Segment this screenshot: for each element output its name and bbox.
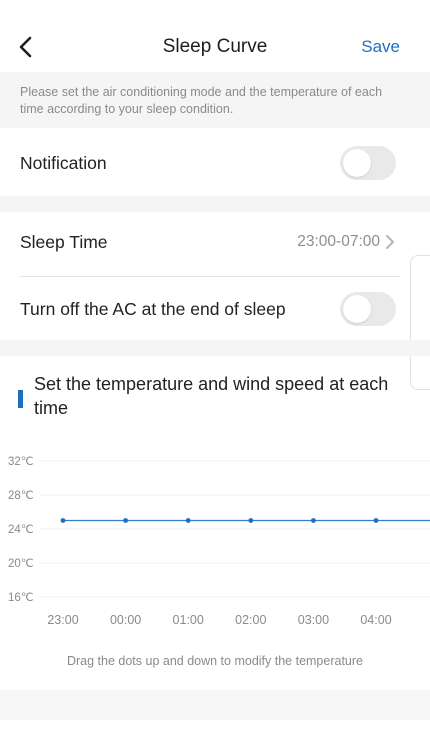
- x-tick-label: 01:00: [173, 613, 204, 627]
- y-tick-label: 28℃: [8, 490, 34, 502]
- data-point[interactable]: [248, 518, 254, 523]
- y-tick-label: 24℃: [8, 524, 34, 536]
- y-tick-label: 20℃: [8, 558, 34, 570]
- x-tick-label: 00:00: [110, 613, 141, 627]
- notification-toggle[interactable]: [340, 146, 396, 180]
- data-point[interactable]: [60, 518, 66, 523]
- drag-hint: Drag the dots up and down to modify the …: [66, 654, 363, 668]
- data-point[interactable]: [123, 518, 128, 523]
- temperature-chart: 32℃ 28℃ 24℃ 20℃ 16℃ 23:00 00:00 01:00 02:00 03:00…: [8, 456, 430, 627]
- x-tick-label: 02:00: [235, 613, 266, 627]
- x-tick-label: 04:00: [360, 613, 391, 627]
- toggle-knob: [343, 149, 371, 177]
- side-drawer-handle[interactable]: [410, 255, 430, 390]
- bottom-band: [0, 690, 430, 720]
- section-gap: [0, 340, 430, 356]
- section-accent-bar: [18, 390, 23, 408]
- turn-off-toggle[interactable]: [340, 292, 396, 326]
- sleep-time-label: Sleep Time: [20, 232, 108, 252]
- chevron-right-icon[interactable]: [383, 233, 397, 251]
- row-divider: [20, 276, 400, 277]
- data-point[interactable]: [311, 518, 316, 523]
- section-title: Set the temperature and wind speed at ea…: [34, 374, 389, 418]
- x-tick-label: 03:00: [298, 613, 329, 627]
- description-text: Please set the air conditioning mode and…: [20, 85, 383, 116]
- data-point[interactable]: [373, 518, 379, 523]
- x-tick-label: 23:00: [47, 613, 78, 627]
- y-tick-label: 16℃: [8, 592, 34, 604]
- toggle-knob: [343, 295, 371, 323]
- section-gap: [0, 196, 430, 212]
- save-button[interactable]: Save: [361, 37, 400, 57]
- turn-off-label: Turn off the AC at the end of sleep: [20, 299, 286, 319]
- notification-label: Notification: [20, 153, 107, 173]
- sleep-time-value[interactable]: 23:00-07:00: [297, 233, 380, 251]
- data-point[interactable]: [185, 518, 191, 523]
- y-tick-label: 32℃: [8, 456, 34, 468]
